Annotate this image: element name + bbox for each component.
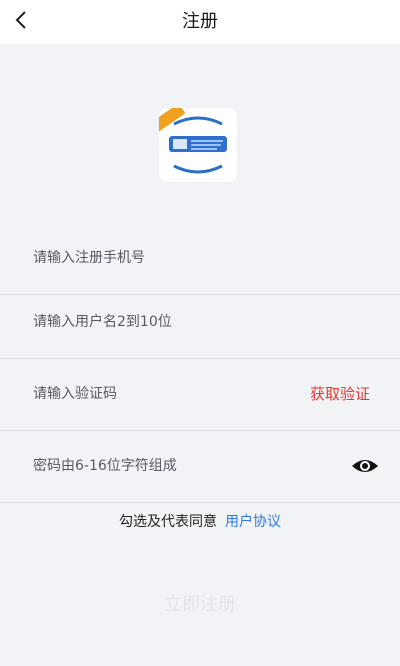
phone-input[interactable]: 请输入注册手机号 [33,222,145,294]
register-button[interactable]: 立即注册 [0,588,400,622]
username-field[interactable]: 请输入用户名2到10位 [0,286,400,359]
password-field[interactable]: 密码由6-16位字符组成 [0,430,400,503]
username-input[interactable]: 请输入用户名2到10位 [33,286,172,358]
eye-icon[interactable] [350,454,380,478]
user-agreement-link[interactable]: 用户协议 [225,514,281,530]
phone-field[interactable]: 请输入注册手机号 [0,222,400,295]
page-title: 注册 [182,11,218,32]
app-logo [159,108,237,182]
agreement-row: 勾选及代表同意 用户协议 [0,510,400,534]
app-header: 注册 [0,0,400,44]
get-code-button[interactable]: 获取验证 [310,358,370,430]
password-input[interactable]: 密码由6-16位字符组成 [33,430,177,502]
agreement-text: 勾选及代表同意 [119,514,217,530]
verification-field[interactable]: 请输入验证码 获取验证 [0,358,400,431]
verification-code-input[interactable]: 请输入验证码 [33,358,117,430]
